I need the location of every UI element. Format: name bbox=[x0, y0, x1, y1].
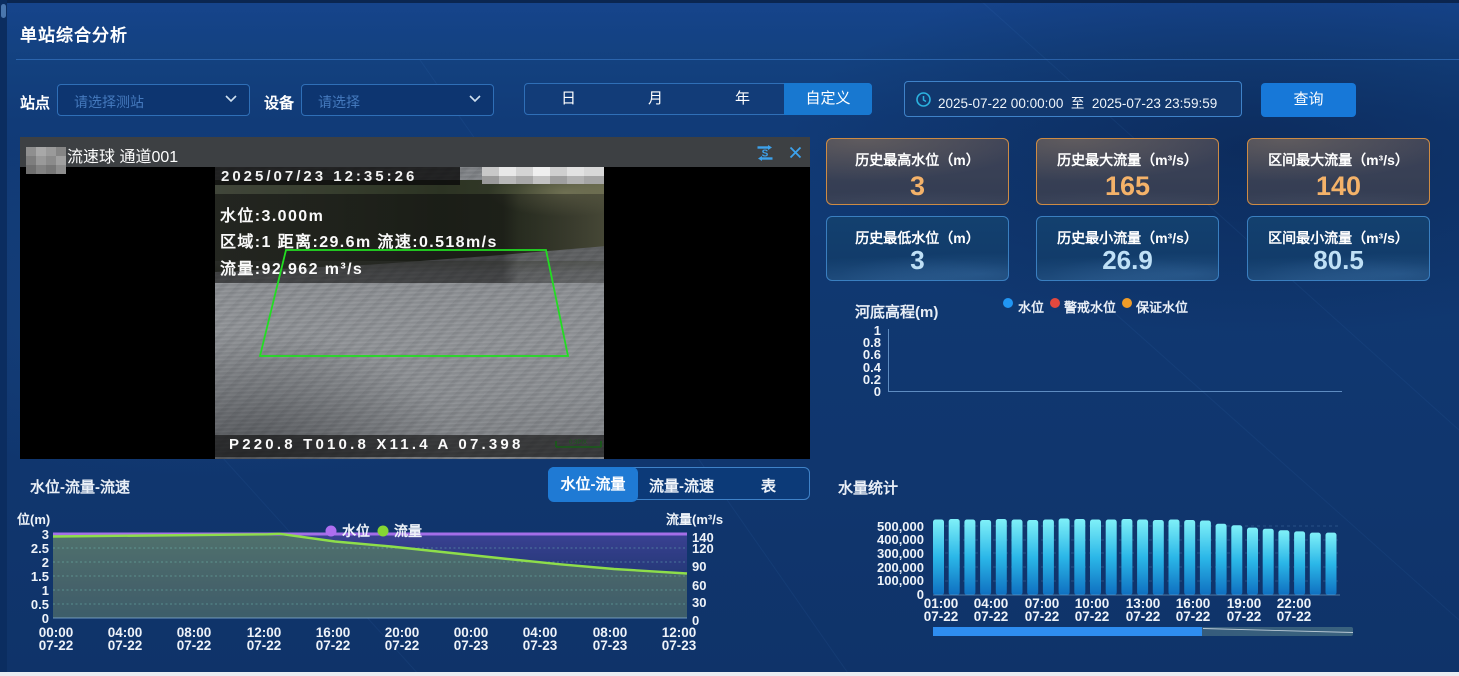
svg-text:流量: 流量 bbox=[394, 523, 422, 539]
svg-text:S: S bbox=[762, 149, 769, 160]
svg-text:水位: 水位 bbox=[342, 523, 370, 539]
